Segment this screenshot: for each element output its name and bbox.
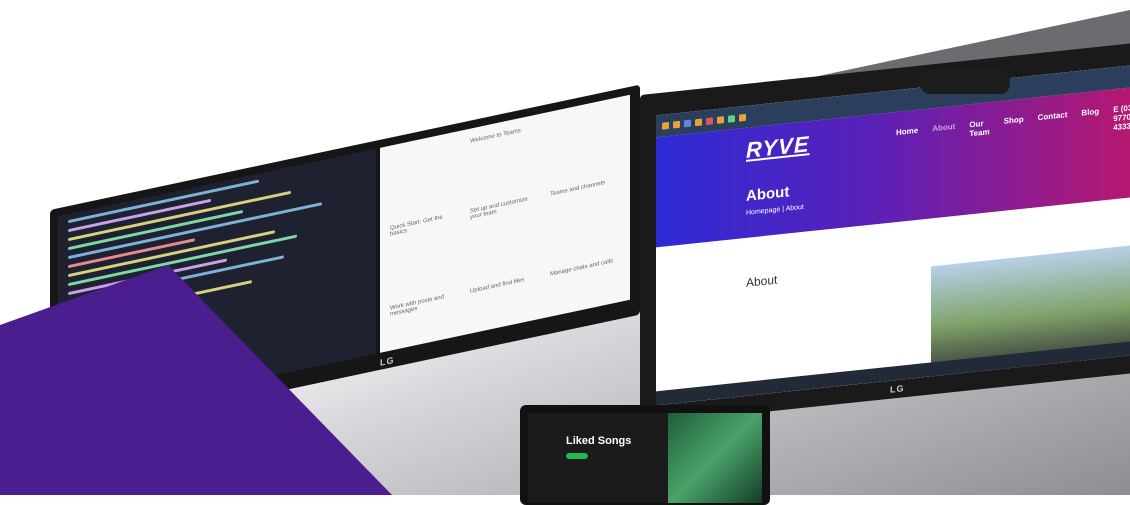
purple-corner-shape xyxy=(0,265,392,495)
